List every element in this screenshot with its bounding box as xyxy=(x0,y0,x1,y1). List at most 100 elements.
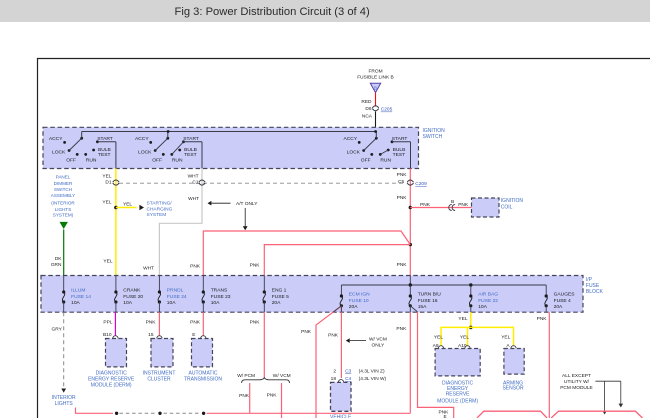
svg-text:PANEL: PANEL xyxy=(56,175,71,180)
svg-text:CLUSTER: CLUSTER xyxy=(147,377,171,383)
svg-text:ACCY: ACCY xyxy=(344,136,358,142)
svg-text:15A: 15A xyxy=(418,304,427,310)
svg-text:PNK: PNK xyxy=(190,264,201,270)
svg-text:PNK: PNK xyxy=(250,319,261,325)
svg-text:START: START xyxy=(392,136,408,142)
svg-text:ECM IGN: ECM IGN xyxy=(349,292,370,298)
svg-text:FUSE 5: FUSE 5 xyxy=(272,294,289,300)
svg-text:YEL: YEL xyxy=(103,259,112,265)
svg-text:C1: C1 xyxy=(192,180,198,186)
svg-text:TRANSMISSION: TRANSMISSION xyxy=(184,377,222,383)
svg-text:STARTING/: STARTING/ xyxy=(147,200,173,206)
svg-text:SYSTEM: SYSTEM xyxy=(147,212,167,218)
svg-text:10A: 10A xyxy=(123,300,132,306)
svg-text:ACCY: ACCY xyxy=(135,136,149,142)
svg-text:FUSE 10: FUSE 10 xyxy=(349,298,369,304)
svg-text:YEL: YEL xyxy=(102,200,111,206)
svg-text:NCA: NCA xyxy=(362,113,373,119)
svg-text:MODULE (DERM): MODULE (DERM) xyxy=(91,383,132,389)
svg-text:DK: DK xyxy=(55,256,62,262)
svg-text:YEL: YEL xyxy=(501,335,510,341)
svg-text:PNK: PNK xyxy=(396,326,407,332)
svg-text:YEL: YEL xyxy=(458,316,467,322)
svg-text:AIR BAG: AIR BAG xyxy=(478,292,498,298)
svg-text:FUSE 22: FUSE 22 xyxy=(478,298,498,304)
svg-text:PNK: PNK xyxy=(537,316,548,322)
svg-text:(4.3L VIN W): (4.3L VIN W) xyxy=(359,376,387,382)
svg-text:20A: 20A xyxy=(349,304,358,310)
svg-text:YEL: YEL xyxy=(102,174,111,180)
svg-text:RUN: RUN xyxy=(380,157,391,163)
svg-text:RUN: RUN xyxy=(172,157,183,163)
svg-text:GRN: GRN xyxy=(51,262,62,268)
svg-text:C209: C209 xyxy=(415,181,427,187)
svg-text:Fig 3: Power Distribution Circ: Fig 3: Power Distribution Circuit (3 of … xyxy=(175,6,370,18)
svg-text:PNK: PNK xyxy=(397,262,408,268)
svg-text:PNK: PNK xyxy=(420,202,431,208)
svg-text:YEL: YEL xyxy=(434,335,443,341)
svg-text:START: START xyxy=(183,136,199,142)
svg-text:FUSE 4: FUSE 4 xyxy=(554,298,571,304)
svg-text:TRANS: TRANS xyxy=(211,288,228,294)
svg-text:LIGHTS: LIGHTS xyxy=(55,401,74,407)
svg-text:RED: RED xyxy=(361,99,372,105)
svg-text:PRNDL: PRNDL xyxy=(167,288,184,294)
svg-text:10A: 10A xyxy=(211,300,220,306)
svg-text:LOCK: LOCK xyxy=(52,150,66,156)
svg-text:CRANK: CRANK xyxy=(123,288,141,294)
svg-text:TURN B/U: TURN B/U xyxy=(418,292,442,298)
svg-text:D6: D6 xyxy=(365,106,371,112)
svg-text:SWITCH: SWITCH xyxy=(423,134,443,140)
svg-text:SYSTEM): SYSTEM) xyxy=(53,213,74,218)
svg-text:RESERVE: RESERVE xyxy=(446,391,470,397)
svg-text:15: 15 xyxy=(148,332,154,338)
svg-text:PNK: PNK xyxy=(250,263,261,269)
svg-text:SWITCH: SWITCH xyxy=(54,187,72,192)
svg-text:FUSE 14: FUSE 14 xyxy=(71,294,91,300)
svg-text:ASSEMBLY: ASSEMBLY xyxy=(51,193,75,198)
svg-text:10A: 10A xyxy=(167,300,176,306)
svg-text:WHT: WHT xyxy=(188,196,199,202)
svg-text:DIMMER: DIMMER xyxy=(54,181,73,186)
svg-text:FUSE 20: FUSE 20 xyxy=(123,294,143,300)
svg-text:FUSIBLE LINK B: FUSIBLE LINK B xyxy=(357,75,394,81)
svg-text:PPL: PPL xyxy=(103,319,112,325)
svg-text:10A: 10A xyxy=(71,300,80,306)
svg-text:UTILITY W/: UTILITY W/ xyxy=(564,379,590,385)
svg-text:PNK: PNK xyxy=(328,333,339,339)
svg-text:10A: 10A xyxy=(478,304,487,310)
svg-text:(4.3L VIN Z): (4.3L VIN Z) xyxy=(359,368,385,374)
svg-text:D1: D1 xyxy=(105,180,111,186)
svg-text:C205: C205 xyxy=(381,107,393,113)
svg-text:ENG 1: ENG 1 xyxy=(272,288,287,294)
svg-text:E: E xyxy=(192,332,195,338)
svg-text:PNK: PNK xyxy=(397,172,408,178)
svg-text:W/ PCM: W/ PCM xyxy=(237,373,255,379)
svg-text:GAUGES: GAUGES xyxy=(554,292,576,298)
svg-text:LOCK: LOCK xyxy=(347,150,361,156)
svg-text:FUSE 24: FUSE 24 xyxy=(167,294,187,300)
svg-text:TEST: TEST xyxy=(393,152,406,158)
svg-text:FROM: FROM xyxy=(368,68,382,74)
svg-text:WHT: WHT xyxy=(143,265,154,271)
svg-text:18: 18 xyxy=(331,376,337,382)
svg-text:TEST: TEST xyxy=(184,152,197,158)
svg-text:LOCK: LOCK xyxy=(138,150,152,156)
svg-text:C5: C5 xyxy=(398,179,404,185)
svg-text:E: E xyxy=(444,414,447,418)
svg-text:B: B xyxy=(374,85,377,90)
svg-text:FUSE 23: FUSE 23 xyxy=(211,294,231,300)
svg-text:BLOCK: BLOCK xyxy=(586,289,604,295)
svg-text:PNK: PNK xyxy=(267,392,278,398)
svg-text:B10: B10 xyxy=(103,332,112,338)
svg-text:(INTERIOR: (INTERIOR xyxy=(51,201,75,206)
svg-text:C4: C4 xyxy=(345,376,351,382)
svg-text:20A: 20A xyxy=(554,304,563,310)
svg-text:ILLUM: ILLUM xyxy=(71,288,85,294)
svg-text:A/T ONLY: A/T ONLY xyxy=(236,201,258,207)
svg-text:START: START xyxy=(97,136,113,142)
svg-text:OFF: OFF xyxy=(361,157,371,163)
svg-text:LIGHTS: LIGHTS xyxy=(55,207,72,212)
svg-text:ACCY: ACCY xyxy=(49,136,63,142)
svg-text:20A: 20A xyxy=(272,300,281,306)
